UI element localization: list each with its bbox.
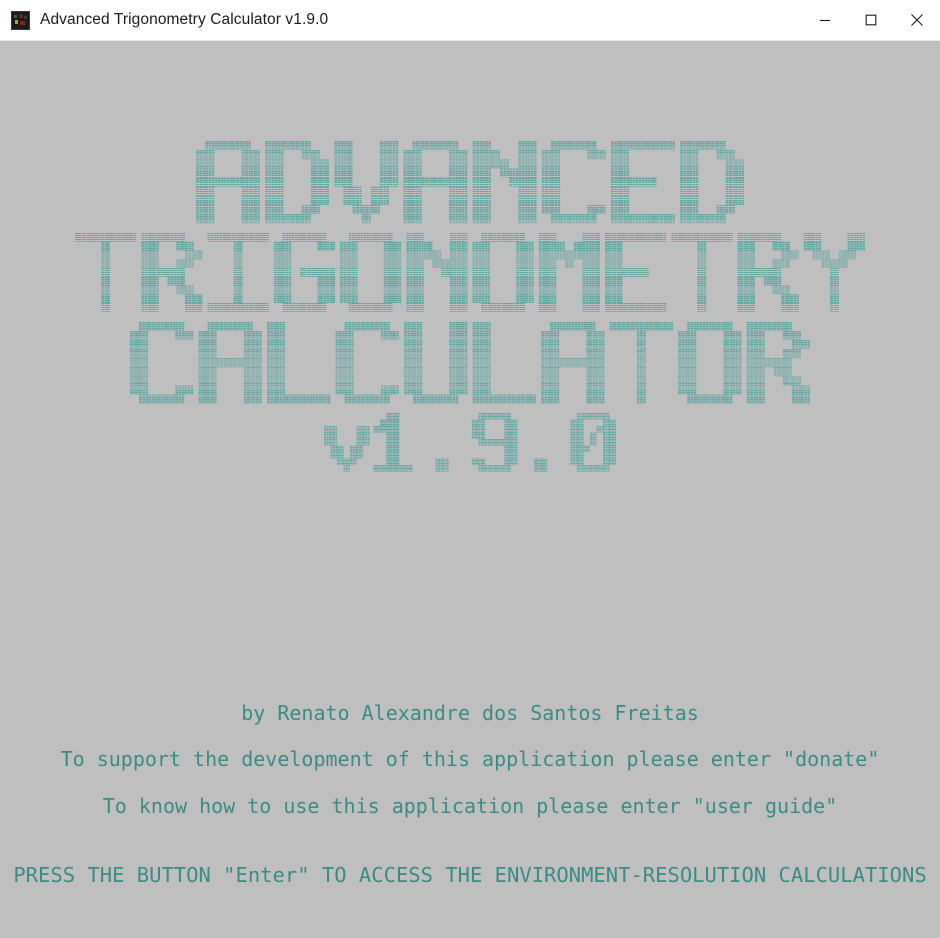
ascii-art-line (324, 413, 616, 472)
app-icon (11, 10, 30, 30)
ascii-art-glyph (324, 413, 370, 472)
ascii-art-glyph (267, 321, 331, 404)
ascii-art-glyph (335, 321, 399, 404)
ascii-art-glyph (803, 233, 865, 312)
client-area: by Renato Alexandre dos Santos Freitas T… (0, 41, 940, 938)
minimize-icon (820, 19, 830, 22)
ascii-art-glyph (423, 413, 469, 472)
ascii-art-glyph (737, 233, 799, 312)
ascii-art-glyph (541, 321, 605, 404)
close-button[interactable] (894, 0, 940, 40)
ascii-art-glyph (610, 141, 675, 224)
donate-line: To support the development of this appli… (60, 747, 880, 771)
ascii-art-glyph (472, 233, 534, 312)
ascii-art-glyph (207, 233, 269, 312)
enter-prompt-line: PRESS THE BUTTON "Enter" TO ACCESS THE E… (13, 863, 927, 887)
ascii-art-glyph (472, 141, 537, 224)
ascii-art-glyph (334, 141, 399, 224)
ascii-art-glyph (605, 233, 667, 312)
ascii-art-glyph (404, 321, 468, 404)
ascii-art-line (75, 233, 865, 312)
ascii-art-banner (0, 141, 940, 472)
ascii-art-glyph (198, 321, 262, 404)
close-icon (911, 14, 923, 26)
ascii-art-glyph (75, 233, 137, 312)
title-bar[interactable]: Advanced Trigonometry Calculator v1.9.0 (0, 0, 940, 41)
minimize-button[interactable] (802, 0, 848, 40)
ascii-art-glyph (403, 141, 468, 224)
author-line: by Renato Alexandre dos Santos Freitas (241, 701, 699, 725)
ascii-art-glyph (680, 141, 744, 224)
window-controls (802, 0, 940, 40)
ascii-art-glyph (196, 141, 260, 224)
ascii-art-glyph (406, 233, 468, 312)
ascii-art-glyph (678, 321, 742, 404)
ascii-art-glyph (538, 233, 600, 312)
ascii-art-glyph (471, 413, 518, 472)
window-title: Advanced Trigonometry Calculator v1.9.0 (40, 11, 329, 28)
ascii-art-glyph (609, 321, 673, 404)
ascii-art-line (196, 141, 744, 224)
ascii-art-glyph (541, 141, 606, 224)
ascii-art-glyph (130, 321, 194, 404)
ascii-art-glyph (746, 321, 810, 404)
ascii-art-glyph (570, 413, 616, 472)
maximize-button[interactable] (848, 0, 894, 40)
message-block: by Renato Alexandre dos Santos Freitas T… (0, 701, 940, 887)
ascii-art-glyph (671, 233, 733, 312)
ascii-art-glyph (265, 141, 330, 224)
maximize-icon (865, 14, 877, 26)
application-window: Advanced Trigonometry Calculator v1.9.0 (0, 0, 940, 938)
ascii-art-glyph (373, 413, 419, 472)
ascii-art-glyph (521, 413, 567, 472)
ascii-art-glyph (340, 233, 402, 312)
ascii-art-line (130, 321, 810, 404)
ascii-art-glyph (273, 233, 335, 312)
ascii-art-glyph (141, 233, 203, 312)
user-guide-line: To know how to use this application plea… (102, 794, 838, 818)
ascii-art-glyph (472, 321, 536, 404)
